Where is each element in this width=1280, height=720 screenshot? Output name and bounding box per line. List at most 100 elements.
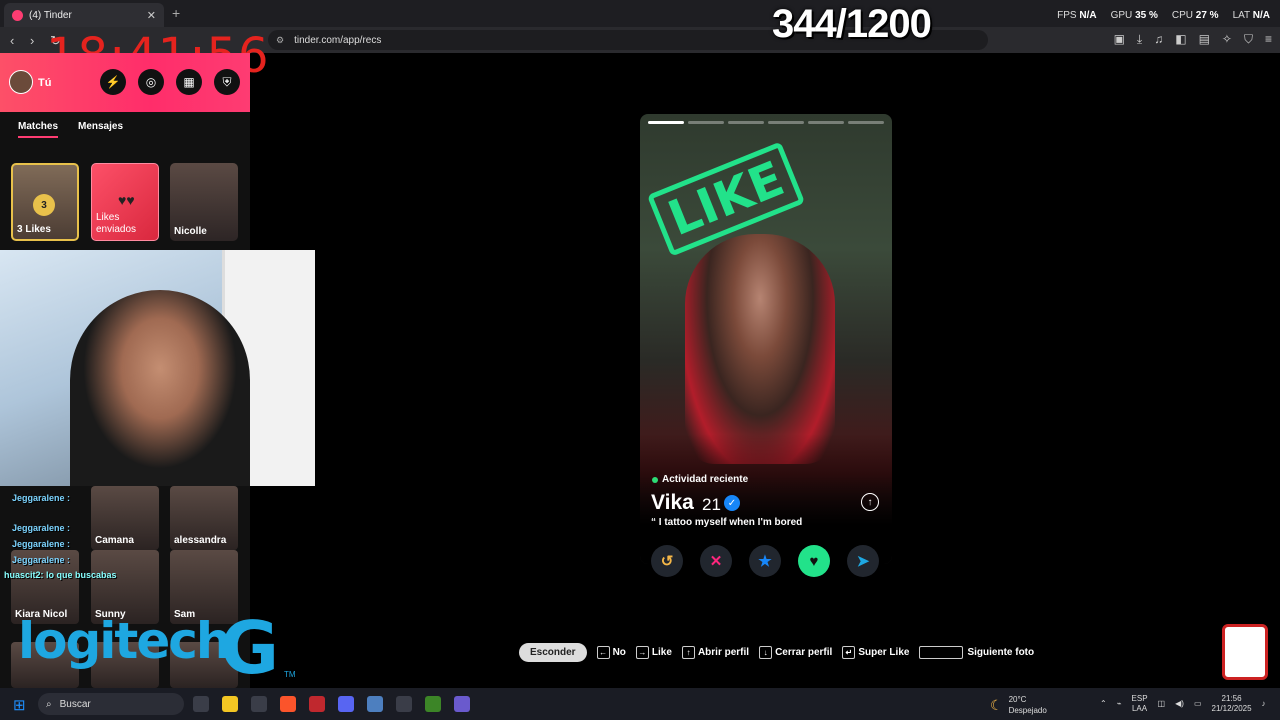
like-button[interactable]: ♥ xyxy=(798,545,830,577)
likes-card[interactable]: 3 3 Likes xyxy=(11,163,79,241)
back-icon[interactable]: ‹ xyxy=(10,33,14,48)
tab-matches[interactable]: Matches xyxy=(18,121,59,138)
profile-name: Vika xyxy=(651,491,694,514)
match-card[interactable]: alessandra xyxy=(170,486,238,550)
photo-indicator[interactable] xyxy=(648,121,684,124)
sidebar-header: Tú ⚡ ◎ ▦ ⛨ xyxy=(0,53,250,112)
photo-indicator[interactable] xyxy=(768,121,804,124)
trademark: TM xyxy=(284,670,296,679)
datetime[interactable]: 21:56 21/12/2025 xyxy=(1212,694,1252,714)
system-tray: ⌃ ⌁ ESP LAA ◫ ◀) ▭ 21:56 21/12/2025 ♪ xyxy=(1100,694,1266,714)
brave-browser-icon[interactable] xyxy=(280,696,296,712)
likes-sent-label: Likes enviados xyxy=(96,212,137,235)
music-icon[interactable]: ♫ xyxy=(1154,32,1163,47)
chat-line: Jeggaralene : xyxy=(12,539,71,549)
match-name: Camana xyxy=(95,535,134,546)
boost-icon[interactable]: ⚡ xyxy=(100,69,126,95)
screenshot-icon[interactable]: ▣ xyxy=(1114,32,1125,47)
enter-key-icon: ↵ xyxy=(842,646,856,659)
network-icon[interactable]: ⌁ xyxy=(1117,699,1122,709)
wifi-icon[interactable]: ◫ xyxy=(1158,699,1166,709)
photo-indicator[interactable] xyxy=(728,121,764,124)
notification-icon[interactable]: ♪ xyxy=(1262,699,1266,709)
search-icon: ⌕ xyxy=(46,698,52,710)
profile-card[interactable]: LIKE Actividad reciente Vika 21 ✓ “ I ta… xyxy=(640,114,892,564)
task-view-icon[interactable] xyxy=(193,696,209,712)
menu-icon[interactable]: ≡ xyxy=(1265,32,1272,47)
download-icon[interactable]: ⤓ xyxy=(1137,32,1142,47)
forward-icon[interactable]: › xyxy=(30,33,34,48)
new-tab-button[interactable]: + xyxy=(172,5,180,21)
hearts-icon: ♥♥ xyxy=(118,192,135,208)
windows-start-icon[interactable]: ⊞ xyxy=(13,696,26,714)
likes-sent-card[interactable]: ♥♥ Likes enviados xyxy=(91,163,159,241)
volume-icon[interactable]: ◀) xyxy=(1175,699,1184,709)
tab-tinder[interactable]: (4) Tinder ✕ xyxy=(4,3,164,27)
obs-icon[interactable] xyxy=(396,696,412,712)
left-key-icon: ← xyxy=(596,646,610,659)
match-card[interactable]: Camana xyxy=(91,486,159,550)
battery-icon[interactable]: ▭ xyxy=(1194,699,1202,709)
video-app-icon[interactable] xyxy=(309,696,325,712)
stat-cpu: CPU 27 % xyxy=(1171,10,1219,21)
shortcut-no: ← No xyxy=(596,646,626,659)
photo-indicator[interactable] xyxy=(848,121,884,124)
avatar[interactable] xyxy=(9,70,33,94)
browser-toolbar-icons: ▣ ⤓ ♫ ◧ ▤ ✧ ⛉ ≡ xyxy=(1114,32,1272,47)
chat-line: Jeggaralene : xyxy=(12,523,71,533)
logitech-logo: logitech xyxy=(18,612,231,670)
rewind-button[interactable]: ↺ xyxy=(651,545,683,577)
streamer-image xyxy=(70,290,250,486)
user-label[interactable]: Tú xyxy=(38,77,51,89)
activity-label: Actividad reciente xyxy=(662,474,749,485)
shortcut-like: → Like xyxy=(635,646,672,659)
search-placeholder: Buscar xyxy=(59,698,91,710)
explore-icon[interactable]: ◎ xyxy=(138,69,164,95)
sidebar-matches: Matches Mensajes 3 3 Likes ♥♥ Likes envi… xyxy=(0,112,250,252)
right-key-icon: → xyxy=(635,646,649,659)
match-name: alessandra xyxy=(174,535,227,546)
settings-icon[interactable] xyxy=(367,696,383,712)
photo-indicator[interactable] xyxy=(808,121,844,124)
language-indicator[interactable]: ESP LAA xyxy=(1132,694,1148,714)
recent-activity: Actividad reciente xyxy=(652,474,748,485)
open-profile-icon[interactable]: ↑ xyxy=(861,493,879,511)
briefcase-icon[interactable]: ▦ xyxy=(176,69,202,95)
close-tab-icon[interactable]: ✕ xyxy=(147,9,156,22)
super-like-button[interactable]: ★ xyxy=(749,545,781,577)
store-icon[interactable] xyxy=(251,696,267,712)
verified-badge-icon: ✓ xyxy=(724,495,740,511)
moon-icon: ☾ xyxy=(990,696,1003,713)
minecraft-icon[interactable] xyxy=(425,696,441,712)
taskbar-search[interactable]: ⌕ Buscar xyxy=(38,693,184,715)
chat-line: Jeggaralene : xyxy=(12,493,71,503)
chat-line: huascit2: lo que buscabas xyxy=(4,570,117,580)
stat-lat: LAT N/A xyxy=(1232,10,1270,21)
ai-icon[interactable]: ✧ xyxy=(1222,32,1232,47)
hide-shortcuts-button[interactable]: Esconder xyxy=(519,643,587,662)
likes-count-badge: 3 xyxy=(33,194,55,216)
stream-counter: 344/1200 xyxy=(772,2,932,46)
profile-photo xyxy=(685,234,835,464)
tray-chevron-icon[interactable]: ⌃ xyxy=(1100,699,1107,709)
up-key-icon: ↑ xyxy=(681,646,695,659)
tab-mensajes[interactable]: Mensajes xyxy=(78,121,123,132)
profile-bio: “ I tattoo myself when I'm bored xyxy=(651,517,803,528)
safety-shield-icon[interactable]: ⛨ xyxy=(214,69,240,95)
vpn-icon[interactable]: ⛉ xyxy=(1244,32,1253,47)
nope-button[interactable]: ✕ xyxy=(700,545,732,577)
sidebar-icon[interactable]: ◧ xyxy=(1175,32,1186,47)
wallet-icon[interactable]: ▤ xyxy=(1199,32,1210,47)
stat-gpu: GPU 35 % xyxy=(1110,10,1158,21)
match-card-nicolle[interactable]: Nicolle xyxy=(170,163,238,241)
photo-indicator[interactable] xyxy=(688,121,724,124)
mascot-icon xyxy=(1222,624,1268,680)
tinder-favicon-icon xyxy=(12,9,23,21)
shortcut-close: ↓ Cerrar perfil xyxy=(759,646,832,659)
file-explorer-icon[interactable] xyxy=(222,696,238,712)
app-icon[interactable] xyxy=(454,696,470,712)
weather-widget[interactable]: ☾ 20°C Despejado xyxy=(990,694,1047,716)
send-message-button[interactable]: ➤ xyxy=(847,545,879,577)
site-info-icon[interactable]: ⚙ xyxy=(276,35,284,46)
discord-icon[interactable] xyxy=(338,696,354,712)
